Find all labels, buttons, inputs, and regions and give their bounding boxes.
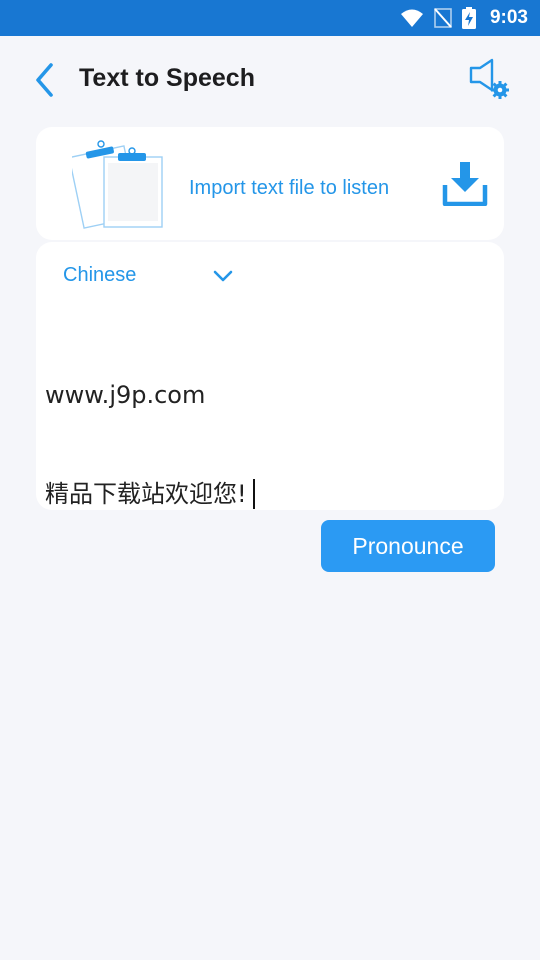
- app-bar: Text to Speech: [0, 36, 540, 124]
- wifi-icon: [400, 9, 423, 27]
- back-button[interactable]: [24, 58, 64, 102]
- text-line: 精品下载站欢迎您!: [45, 480, 247, 508]
- import-file-card[interactable]: Import text file to listen: [36, 127, 504, 240]
- no-signal-icon: [434, 8, 452, 28]
- text-editor-card: Chinese www.j9p.com 精品下载站欢迎您!: [36, 242, 504, 510]
- language-selected: Chinese: [63, 264, 137, 286]
- download-icon: [442, 162, 488, 206]
- page-title: Text to Speech: [79, 64, 255, 92]
- text-line: www.j9p.com: [45, 381, 206, 409]
- status-time: 9:03: [489, 7, 528, 28]
- clipboard-illustration: [72, 140, 163, 229]
- voice-settings-button[interactable]: [468, 56, 512, 100]
- pronounce-button[interactable]: Pronounce: [321, 520, 495, 572]
- text-line-with-caret: 精品下载站欢迎您!: [45, 478, 485, 511]
- status-icons: 9:03: [400, 0, 528, 36]
- battery-charging-icon: [461, 7, 476, 29]
- import-text-label: Import text file to listen: [189, 177, 390, 199]
- status-bar: 9:03: [0, 0, 540, 36]
- chevron-down-icon: [213, 270, 233, 282]
- language-select[interactable]: Chinese: [63, 263, 253, 291]
- text-input[interactable]: www.j9p.com 精品下载站欢迎您!: [45, 313, 485, 509]
- speaker-settings-icon: [469, 58, 509, 99]
- chevron-left-icon: [36, 63, 53, 97]
- text-cursor: [252, 479, 255, 509]
